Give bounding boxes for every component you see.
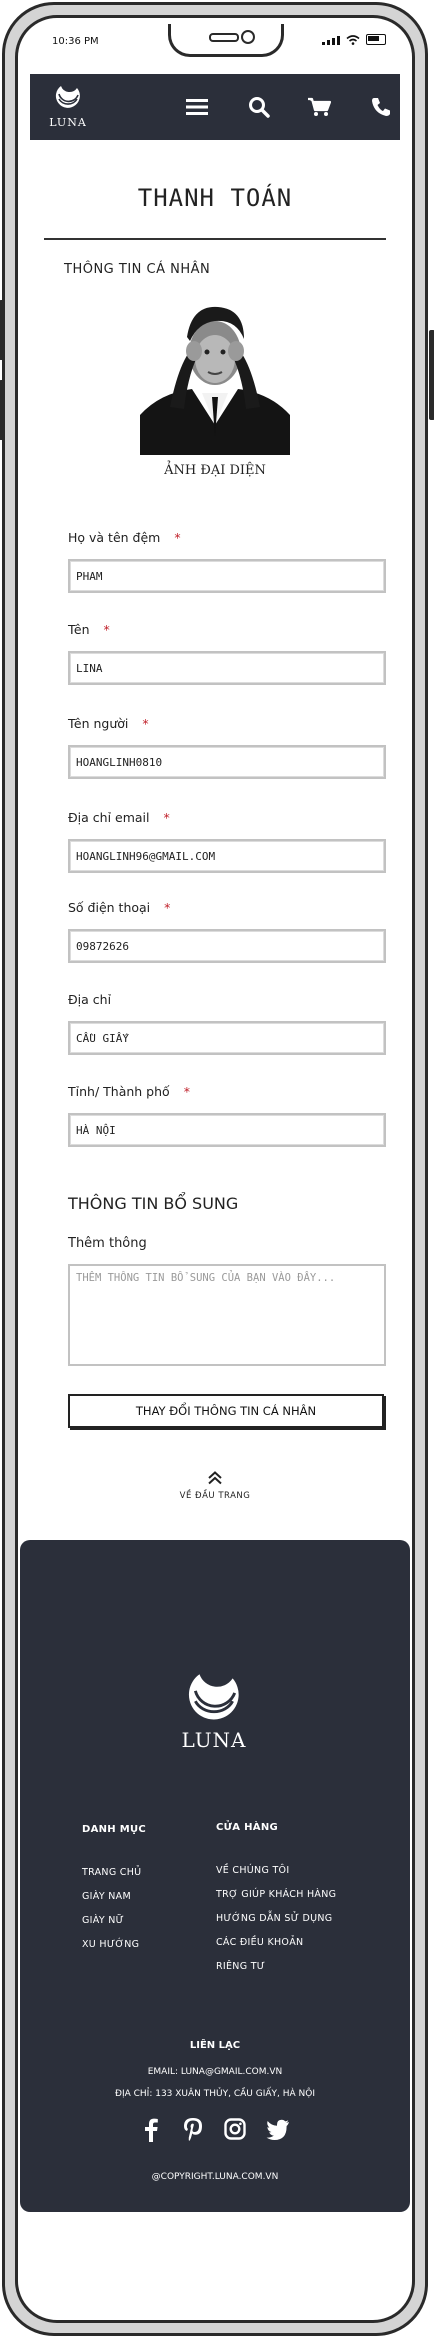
footer-link-support[interactable]: TRỢ GIÚP KHÁCH HÀNG [216,1889,336,1900]
field-email: Địa chỉ email * HOANGLINH96@GMAIL.COM [68,810,386,873]
footer-categories: DANH MỤC TRANG CHỦ GIÀY NAM GIÀY NỮ XU H… [82,1824,146,1963]
field-label: Số điện thoại * [68,900,171,915]
required-mark: * [174,530,181,545]
field-label: Địa chỉ email * [68,810,170,825]
field-label: Họ và tên đệm * [68,530,181,545]
required-mark: * [164,900,171,915]
field-label: Tỉnh/ Thành phố * [68,1084,190,1099]
city-input[interactable]: HÀ NỘI [68,1113,386,1147]
footer-link-about[interactable]: VỀ CHÚNG TÔI [216,1865,336,1876]
email-field[interactable]: HOANGLINH96@GMAIL.COM [68,839,386,873]
volume-button [0,380,5,440]
footer-link-privacy[interactable]: RIÊNG TƯ [216,1961,336,1972]
extra-info-heading: THÔNG TIN BỔ SUNG [68,1194,239,1213]
first-name-input[interactable]: LINA [68,651,386,685]
status-time: 10:36 PM [52,36,99,47]
field-first-name: Tên * LINA [68,622,386,685]
facebook-icon[interactable] [139,2116,163,2142]
contact-title: LIÊN LẠC [189,2040,241,2051]
social-links [20,2116,410,2142]
site-header: LUNA [30,74,400,140]
required-mark: * [183,1084,190,1099]
phone-input[interactable]: 09872626 [68,929,386,963]
required-mark: * [142,716,149,731]
brand-logo[interactable]: LUNA [48,82,88,129]
camera-icon [241,30,255,44]
site-footer: LUNA DANH MỤC TRANG CHỦ GIÀY NAM GIÀY NỮ… [20,1540,410,2212]
copyright: @COPYRIGHT.LUNA.COM.VN [151,2172,279,2182]
status-bar: 10:36 PM [18,18,412,62]
footer-logo[interactable]: LUNA [174,1666,254,1752]
footer-store-title: CỬA HÀNG [216,1822,278,1833]
field-username: Tên người * HOANGLINH0810 [68,716,386,779]
wifi-icon [346,35,360,45]
address-input[interactable]: CẦU GIẤY [68,1021,386,1055]
footer-link-women-shoes[interactable]: GIÀY NỮ [82,1915,146,1926]
note-textarea[interactable]: THÊM THÔNG TIN BỔ SUNG CỦA BẠN VÀO ĐÂY..… [68,1264,386,1366]
twitter-icon[interactable] [265,2116,291,2142]
moon-logo-icon [188,1674,239,1720]
logo-text: LUNA [49,116,87,129]
last-middle-name-input[interactable]: PHAM [68,559,386,593]
field-label: Địa chỉ [68,992,112,1007]
footer-store: CỬA HÀNG VỀ CHÚNG TÔI TRỢ GIÚP KHÁCH HÀN… [216,1822,336,1985]
avatar[interactable] [140,297,290,455]
title-divider [44,238,386,240]
power-button [429,330,434,420]
required-mark: * [103,622,110,637]
avatar-label: ẢNH ĐẠI DIỆN [164,463,266,478]
checkout-content: THANH TOÁN THÔNG TIN CÁ NHÂN ẢNH ĐẠI DIỆ [30,140,400,478]
status-icons [322,34,386,45]
pinterest-icon[interactable] [181,2116,205,2142]
volume-button [0,300,5,360]
battery-icon [366,34,386,45]
change-info-button[interactable]: THAY ĐỔI THÔNG TIN CÁ NHÂN [68,1394,384,1428]
required-mark: * [163,810,170,825]
footer-link-home[interactable]: TRANG CHỦ [82,1867,146,1878]
footer-link-terms[interactable]: CÁC ĐIỀU KHOẢN [216,1937,336,1948]
footer-link-guide[interactable]: HƯỚNG DẪN SỬ DỤNG [216,1913,336,1924]
username-input[interactable]: HOANGLINH0810 [68,745,386,779]
contact-address: ĐỊA CHỈ: 133 XUÂN THỦY, CẦU GIẤY, HÀ NỘI [114,2089,315,2099]
note-label: Thêm thông [68,1236,147,1251]
back-to-top-label: VỀ ĐẦU TRANG [179,1491,251,1501]
footer-contact: LIÊN LẠC EMAIL: LUNA@GMAIL.COM.VN ĐỊA CH… [20,2040,410,2111]
field-last-middle-name: Họ và tên đệm * PHAM [68,530,386,593]
instagram-icon[interactable] [223,2116,247,2142]
footer-link-men-shoes[interactable]: GIÀY NAM [82,1891,146,1902]
personal-info-heading: THÔNG TIN CÁ NHÂN [64,262,211,277]
moon-logo-icon [55,86,80,108]
field-address: Địa chỉ CẦU GIẤY [68,992,386,1055]
phone-notch [168,24,284,57]
footer-link-trends[interactable]: XU HƯỚNG [82,1939,146,1950]
contact-email[interactable]: EMAIL: LUNA@GMAIL.COM.VN [20,2067,410,2077]
signal-icon [322,36,340,45]
search-icon[interactable] [246,94,272,120]
footer-logo-text: LUNA [181,1728,247,1752]
field-label: Tên người * [68,716,149,731]
field-city: Tỉnh/ Thành phố * HÀ NỘI [68,1084,386,1147]
field-label: Tên * [68,622,110,637]
double-chevron-up-icon [208,1471,222,1485]
speaker [209,33,239,42]
footer-categories-title: DANH MỤC [82,1824,147,1835]
back-to-top-link[interactable]: VỀ ĐẦU TRANG [18,1470,412,1501]
page-title: THANH TOÁN [137,184,293,212]
phone-screen: 10:36 PM LUNA THANH TOÁN THÔNG TIN CÁ NH… [15,15,415,2323]
menu-icon[interactable] [184,94,210,120]
phone-frame: 10:36 PM LUNA THANH TOÁN THÔNG TIN CÁ NH… [2,2,428,2336]
field-phone: Số điện thoại * 09872626 [68,900,386,963]
cart-icon[interactable] [306,94,332,120]
phone-icon[interactable] [368,94,394,120]
